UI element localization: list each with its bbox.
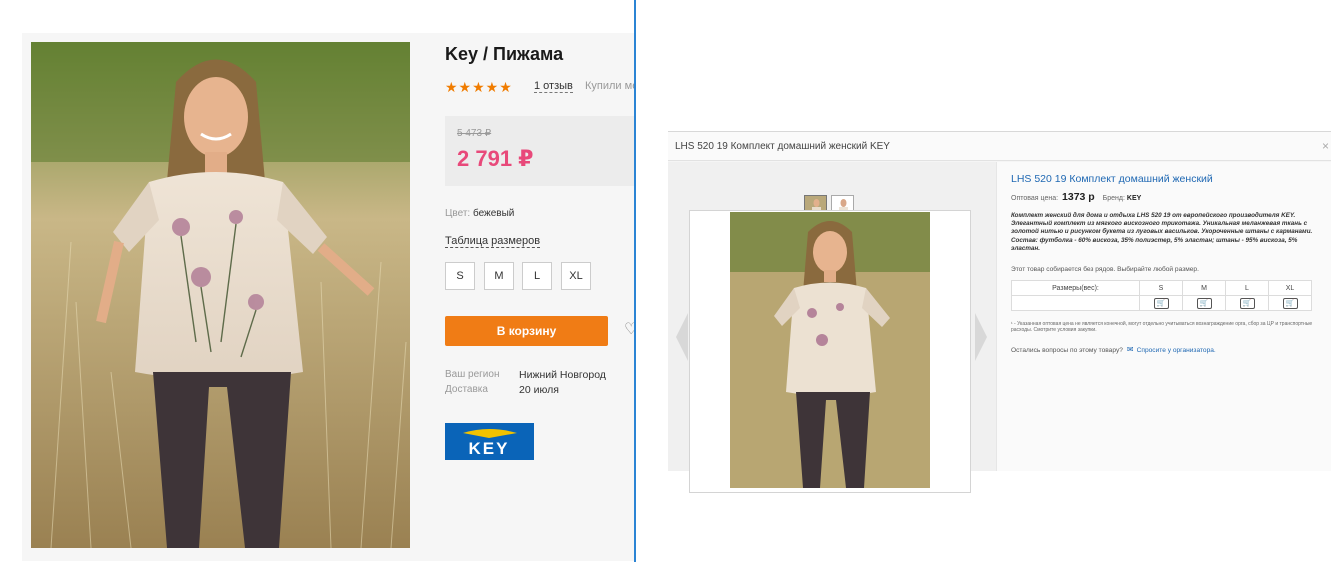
window-divider (634, 0, 636, 562)
size-order-table: Размеры(вес): S M L XL 🛒 🛒 🛒 🛒 (1011, 280, 1312, 311)
modal-product-link[interactable]: LHS 520 19 Комплект домашний женский (1011, 173, 1213, 185)
color-row: Цвет: бежевый (445, 208, 514, 219)
logo-wordmark: KEY (469, 439, 510, 458)
size-button-s[interactable]: S (445, 262, 475, 290)
delivery-value: 20 июля (519, 384, 559, 396)
reviews-link[interactable]: 1 отзыв (534, 80, 573, 93)
price-footnote: ¹ - Указанная оптовая цена не является к… (1011, 321, 1313, 334)
product-photo[interactable] (31, 42, 410, 548)
product-title: Key / Пижама (445, 44, 564, 64)
size-table-link[interactable]: Таблица размеров (445, 235, 541, 248)
delivery-label: Доставка (445, 384, 488, 395)
rating-stars[interactable]: ★★★★★ (445, 79, 513, 96)
size-row-empty (1011, 295, 1140, 311)
size-l-cell: 🛒 (1225, 295, 1269, 311)
modal-product-photo[interactable] (730, 212, 930, 488)
mail-icon: ✉ (1126, 345, 1134, 354)
modal-description: Комплект женский для дома и отдыха LHS 5… (1011, 212, 1313, 252)
key-brand-logo[interactable]: KEY (445, 423, 534, 460)
question-text: Остались вопросы по этому товару? (1011, 347, 1123, 354)
brand-label: Бренд: (1102, 195, 1125, 202)
size-col-l: L (1225, 280, 1269, 296)
modal-header: LHS 520 19 Комплект домашний женский KEY… (668, 132, 1331, 161)
ask-organizer-link[interactable]: Спросите у организатора. (1137, 347, 1216, 354)
current-price: 2 791 ₽ (457, 146, 534, 171)
wholesale-price-row: Оптовая цена: 1373 р Бренд: KEY (1011, 191, 1141, 203)
size-button-m[interactable]: M (484, 262, 514, 290)
cart-icon[interactable]: 🛒 (1282, 297, 1298, 309)
modal-title: LHS 520 19 Комплект домашний женский KEY (675, 141, 890, 152)
size-button-xl[interactable]: XL (561, 262, 591, 290)
brand-value: KEY (1126, 195, 1142, 202)
price-box: 5 473 ₽ 2 791 ₽ (445, 116, 634, 186)
color-label: Цвет: (445, 208, 471, 219)
size-col-s: S (1139, 280, 1183, 296)
close-icon[interactable]: × (1322, 139, 1329, 153)
wholesale-price-label: Оптовая цена: (1011, 195, 1059, 202)
bought-count-text: Купили ме (585, 80, 634, 92)
modal-details (996, 162, 1331, 471)
color-value: бежевый (472, 208, 515, 219)
modal-gallery (668, 162, 996, 493)
region-label: Ваш регион (445, 369, 500, 380)
size-col-m: M (1182, 280, 1226, 296)
gallery-next-arrow-icon[interactable] (973, 311, 989, 363)
region-value[interactable]: Нижний Новгород (519, 369, 606, 381)
cart-icon[interactable]: 🛒 (1153, 297, 1169, 309)
size-s-cell: 🛒 (1139, 295, 1183, 311)
wholesale-price: 1373 р (1062, 191, 1095, 203)
add-to-cart-button[interactable]: В корзину (445, 316, 608, 346)
size-xl-cell: 🛒 (1268, 295, 1312, 311)
old-price: 5 473 ₽ (457, 128, 492, 139)
collect-note: Этот товар собирается без рядов. Выбирай… (1011, 266, 1199, 273)
size-m-cell: 🛒 (1182, 295, 1226, 311)
size-button-l[interactable]: L (522, 262, 552, 290)
product-page: Key / Пижама ★★★★★ 1 отзыв Купили ме 5 4… (0, 0, 634, 562)
screenshot-root: Key / Пижама ★★★★★ 1 отзыв Купили ме 5 4… (0, 0, 1331, 562)
cart-icon[interactable]: 🛒 (1239, 297, 1255, 309)
question-row: Остались вопросы по этому товару? ✉ Спроси… (1011, 345, 1216, 354)
size-col-xl: XL (1268, 280, 1312, 296)
heart-icon[interactable]: ♡ (624, 322, 634, 338)
gallery-prev-arrow-icon[interactable] (674, 311, 690, 363)
size-header-label: Размеры(вес): (1011, 280, 1140, 296)
cart-icon[interactable]: 🛒 (1196, 297, 1212, 309)
